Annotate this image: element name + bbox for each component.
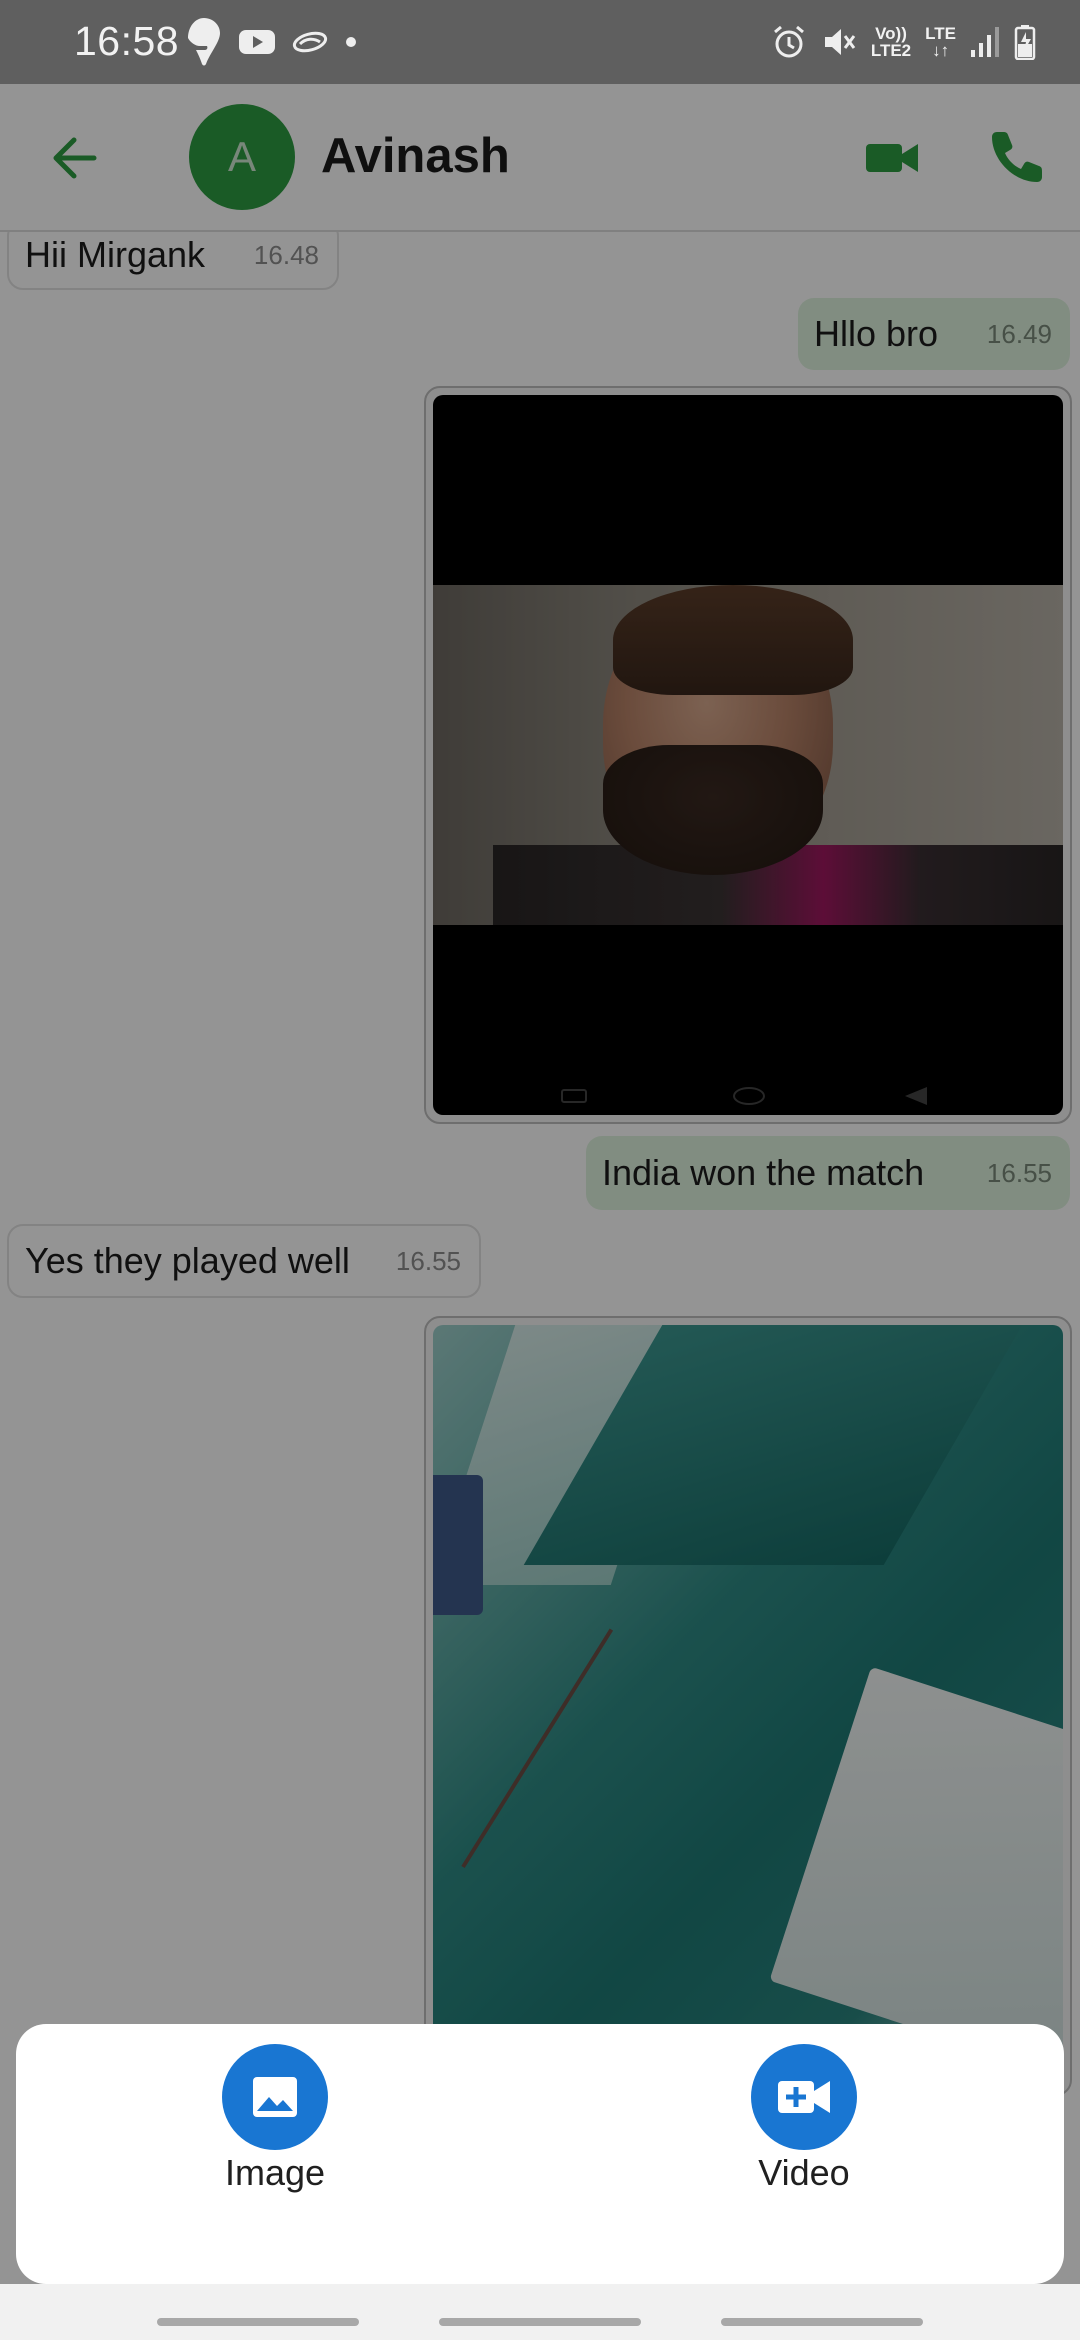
app-icon — [292, 31, 328, 53]
attach-image-button[interactable]: Image — [185, 2044, 365, 2194]
image-icon[interactable] — [222, 2044, 328, 2150]
swiggy-icon — [188, 18, 220, 66]
status-left-icons — [186, 16, 358, 68]
attach-image-label: Image — [224, 2152, 326, 2193]
alarm-icon — [773, 25, 804, 58]
dot-icon — [346, 37, 356, 47]
nav-gesture-right[interactable] — [721, 2318, 923, 2326]
nav-gesture-left[interactable] — [157, 2318, 359, 2326]
attachment-sheet: Image Video — [16, 2024, 1064, 2284]
signal-icon — [971, 27, 999, 57]
mute-icon — [824, 29, 856, 55]
modal-scrim[interactable] — [0, 84, 1080, 2340]
attach-video-button[interactable]: Video — [714, 2044, 894, 2194]
system-navigation-bar — [0, 2284, 1080, 2340]
lte-icon: LTE ↓↑ — [925, 24, 956, 60]
battery-charging-icon — [1014, 25, 1036, 60]
youtube-icon — [239, 30, 275, 54]
status-bar: 16:58 Vo)) LTE2 LTE ↓↑ — [0, 0, 1080, 84]
attach-video-label: Video — [758, 2152, 850, 2193]
status-time: 16:58 — [74, 18, 180, 64]
status-right-icons: Vo)) LTE2 LTE ↓↑ — [771, 16, 1036, 68]
volte-icon: Vo)) LTE2 — [870, 24, 912, 60]
video-add-icon[interactable] — [751, 2044, 857, 2150]
nav-gesture-home[interactable] — [439, 2318, 641, 2326]
